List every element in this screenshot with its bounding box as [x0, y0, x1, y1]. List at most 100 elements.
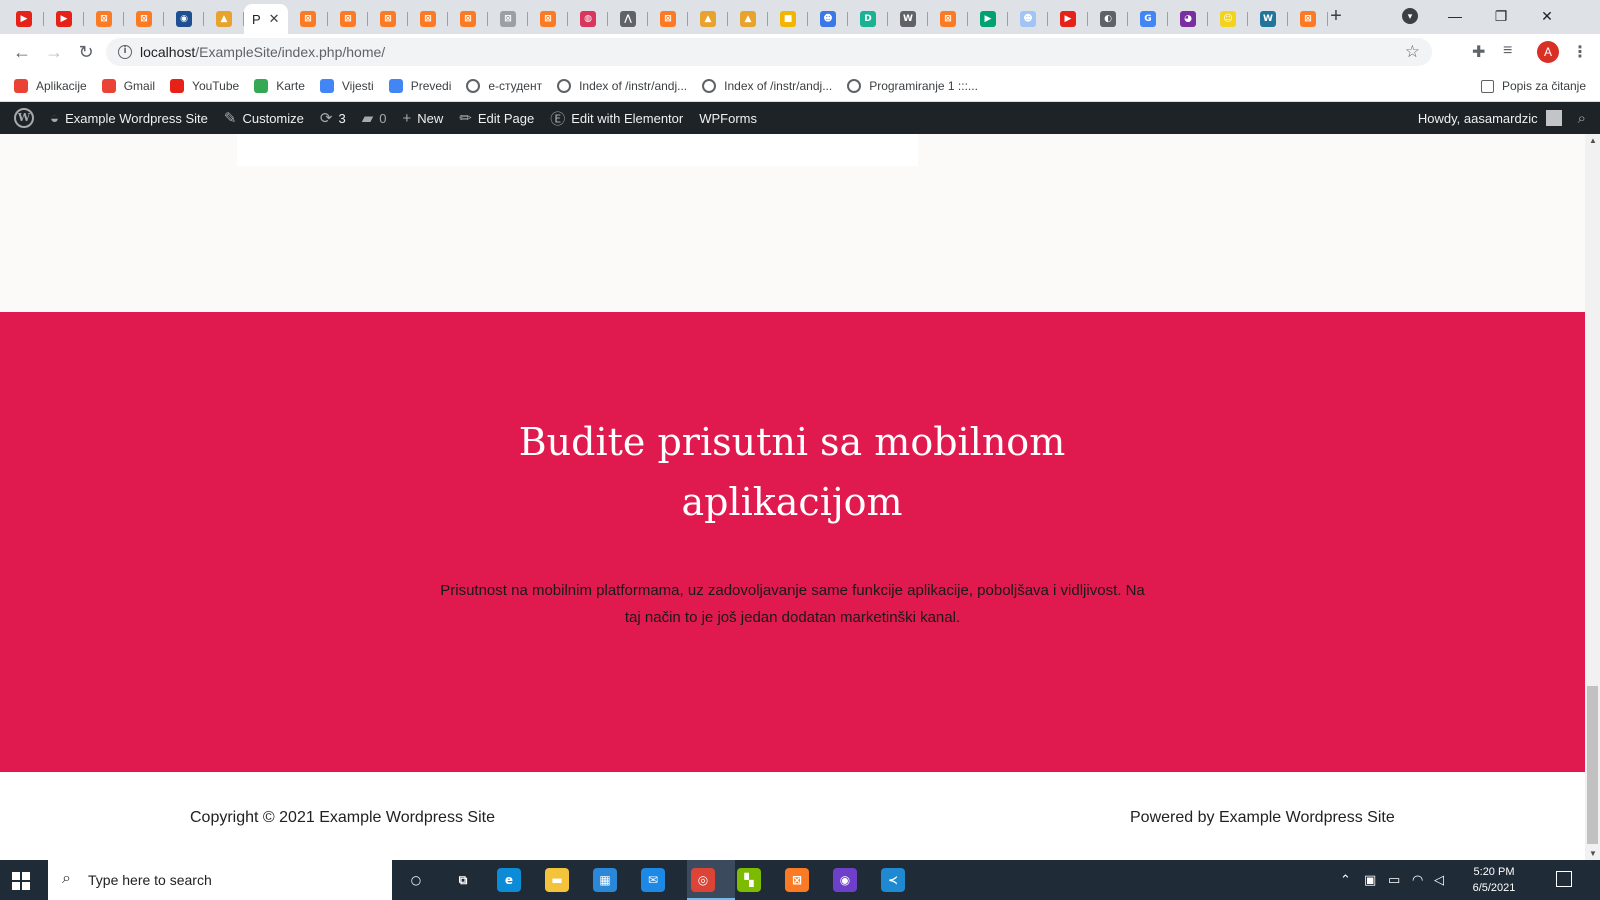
howdy-user[interactable]: Howdy, aasamardzic	[1418, 111, 1538, 126]
address-bar[interactable]: i localhost/ExampleSite/index.php/home/ …	[106, 38, 1432, 66]
browser-tab[interactable]: ◕	[1168, 4, 1208, 34]
close-tab-icon[interactable]: ✕	[269, 11, 280, 27]
browser-tab[interactable]: W	[888, 4, 928, 34]
forward-button[interactable]: →	[42, 40, 66, 64]
close-window-button[interactable]: ✕	[1524, 4, 1570, 28]
browser-tab[interactable]: D	[848, 4, 888, 34]
edit-elementor-link[interactable]: Ⓔ Edit with Elementor	[542, 102, 691, 134]
scroll-down-arrow-icon[interactable]: ▼	[1589, 849, 1597, 858]
xampp-icon[interactable]: ⊠	[785, 868, 809, 892]
network-icon[interactable]: ◠	[1412, 872, 1423, 888]
browser-tab[interactable]: ◉	[164, 4, 204, 34]
new-tab-button[interactable]: +	[1325, 6, 1347, 28]
tab-search-button[interactable]: ▾	[1402, 8, 1418, 24]
edge-icon[interactable]: e	[497, 868, 521, 892]
browser-tab[interactable]: ⊠	[528, 4, 568, 34]
bookmark-item[interactable]: Index of /instr/andj...	[557, 76, 687, 96]
browser-tab[interactable]: ▲	[688, 4, 728, 34]
site-info-icon[interactable]: i	[118, 45, 132, 59]
meet-now-icon[interactable]: ▣	[1364, 872, 1376, 888]
browser-tab[interactable]: ☻	[1008, 4, 1048, 34]
browser-tab[interactable]: ⊠	[1288, 4, 1328, 34]
browser-tab[interactable]: ⋀	[608, 4, 648, 34]
browser-tab[interactable]: ⊠	[408, 4, 448, 34]
browser-tab[interactable]: ▶	[44, 4, 84, 34]
xampp-icon: ⊠	[540, 11, 556, 27]
browser-tab[interactable]: ◐	[1088, 4, 1128, 34]
extensions-icon[interactable]: ✚	[1472, 42, 1485, 62]
browser-tab[interactable]: ⊠	[84, 4, 124, 34]
browser-tab[interactable]: ▶	[968, 4, 1008, 34]
browser-tab[interactable]: ⊠	[124, 4, 164, 34]
browser-tab[interactable]: ▲	[728, 4, 768, 34]
browser-tab[interactable]: ◍	[568, 4, 608, 34]
system-clock[interactable]: 5:20 PM 6/5/2021	[1458, 864, 1530, 896]
show-hidden-icons-icon[interactable]: ⌃	[1340, 872, 1351, 888]
browser-tab[interactable]: ⊠	[448, 4, 488, 34]
store-icon[interactable]: ▦	[593, 868, 617, 892]
task-view-icon[interactable]: ⧉	[451, 868, 475, 892]
reload-button[interactable]: ↻	[74, 40, 98, 64]
battery-icon[interactable]: ▭	[1388, 872, 1400, 888]
bookmark-item[interactable]: Prevedi	[388, 76, 451, 96]
media-control-icon[interactable]: ≡	[1503, 42, 1512, 60]
bookmark-item[interactable]: Gmail	[101, 76, 155, 96]
tab-active[interactable]: P ✕	[244, 4, 288, 34]
minimize-button[interactable]: —	[1432, 4, 1478, 28]
bookmark-item[interactable]: Aplikacije	[14, 76, 87, 96]
cortana-icon[interactable]: ○	[404, 868, 428, 892]
notifications-icon[interactable]	[1556, 871, 1572, 887]
restore-button[interactable]: ❐	[1478, 4, 1524, 28]
browser-tab[interactable]: ▶	[4, 4, 44, 34]
site-name-menu[interactable]: ◒ Example Wordpress Site	[42, 102, 216, 134]
mail-icon[interactable]: ✉	[641, 868, 665, 892]
reading-list-button[interactable]: Popis za čitanje	[1480, 76, 1586, 96]
browser-tab[interactable]: ⊠	[648, 4, 688, 34]
back-button[interactable]: ←	[10, 40, 34, 64]
file-explorer-icon[interactable]: ▬	[545, 868, 569, 892]
bookmark-item[interactable]: Index of /instr/andj...	[702, 76, 832, 96]
new-content-menu[interactable]: + New	[394, 102, 451, 134]
edit-page-link[interactable]: ✏ Edit Page	[451, 102, 542, 134]
browser-tab[interactable]: ⊠	[488, 4, 528, 34]
browser-tab[interactable]: ☺	[1208, 4, 1248, 34]
github-icon[interactable]: ◉	[833, 868, 857, 892]
url-text[interactable]: localhost/ExampleSite/index.php/home/	[140, 44, 385, 60]
apps-grid-icon	[14, 79, 28, 93]
bookmark-item[interactable]: YouTube	[170, 76, 239, 96]
browser-tab[interactable]: ⊠	[288, 4, 328, 34]
taskbar-search-box[interactable]: ⌕ Type here to search	[48, 860, 392, 900]
scroll-up-arrow-icon[interactable]: ▲	[1589, 136, 1597, 145]
wp-logo-menu[interactable]: W	[6, 102, 42, 134]
customize-link[interactable]: ✎ Customize	[216, 102, 312, 134]
browser-tab[interactable]: ▶	[1048, 4, 1088, 34]
browser-tab[interactable]: ▲	[204, 4, 244, 34]
vscode-icon[interactable]: ≺	[881, 868, 905, 892]
volume-icon[interactable]: ◁	[1434, 872, 1444, 888]
page-scrollbar[interactable]: ▲ ▼	[1585, 134, 1600, 860]
browser-tab[interactable]: ⊠	[328, 4, 368, 34]
profile-avatar[interactable]: A	[1537, 41, 1559, 63]
bookmark-star-icon[interactable]: ☆	[1405, 42, 1420, 62]
windows-taskbar: ⌕ Type here to search ○ ⧉ e ▬ ▦ ✉ ◎ ▚ ⊠ ◉ ≺ ⌃ ▣ ▭ …	[0, 860, 1600, 900]
browser-tab[interactable]: ⊠	[368, 4, 408, 34]
scrollbar-thumb[interactable]	[1587, 686, 1598, 844]
search-icon[interactable]: ⌕	[1578, 110, 1586, 127]
browser-menu-icon[interactable]: ⋮	[1572, 42, 1588, 62]
browser-tab[interactable]: ☻	[808, 4, 848, 34]
browser-tab[interactable]: W	[1248, 4, 1288, 34]
browser-tab[interactable]: G	[1128, 4, 1168, 34]
user-avatar[interactable]	[1545, 110, 1562, 126]
bookmark-item[interactable]: Vijesti	[319, 76, 374, 96]
bookmark-item[interactable]: Programiranje 1 :::...	[847, 76, 978, 96]
updates-link[interactable]: ⟳ 3	[312, 102, 354, 134]
bookmark-item[interactable]: e-студент	[466, 76, 542, 96]
wpforms-menu[interactable]: WPForms	[691, 102, 765, 134]
start-button[interactable]	[12, 872, 30, 890]
chrome-icon[interactable]: ◎	[691, 868, 715, 892]
tiles-app-icon[interactable]: ▚	[737, 868, 761, 892]
comments-link[interactable]: ▰ 0	[354, 102, 395, 134]
browser-tab[interactable]: ⊠	[928, 4, 968, 34]
bookmark-item[interactable]: Karte	[254, 76, 305, 96]
browser-tab[interactable]: ■	[768, 4, 808, 34]
